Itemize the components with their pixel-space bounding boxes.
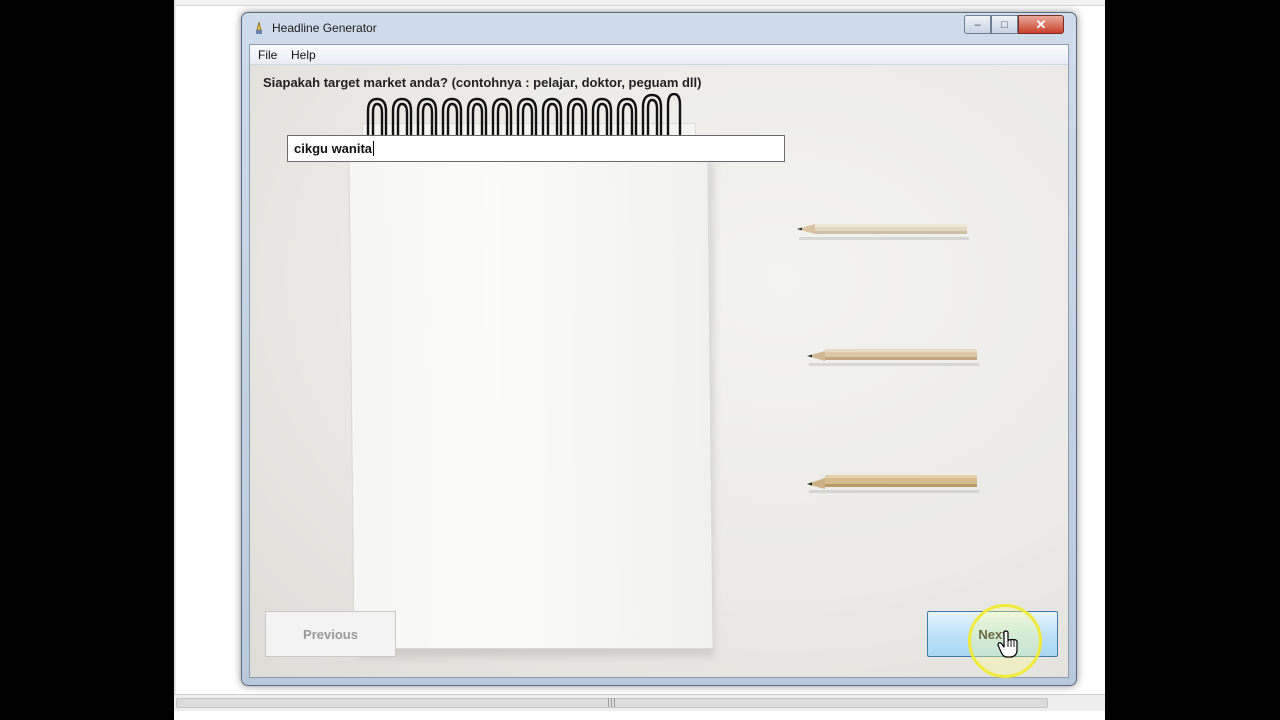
close-icon: ✕ [1035, 16, 1047, 32]
background-window-strip [174, 0, 1105, 6]
maximize-icon: □ [1001, 18, 1008, 31]
app-icon [256, 21, 262, 34]
pencil-3 [807, 475, 979, 493]
menu-bar: File Help [250, 45, 1068, 65]
hand-cursor-icon [997, 630, 1018, 658]
question-label: Siapakah target market anda? (contohnya … [263, 75, 702, 90]
target-market-value: cikgu wanita [294, 141, 373, 156]
app-window: Headline Generator – □ ✕ File Help Siapa… [241, 12, 1077, 686]
maximize-button[interactable]: □ [991, 15, 1018, 34]
scrollbar-grip-icon: ||| [607, 698, 617, 708]
window-title: Headline Generator [272, 21, 377, 35]
target-market-input[interactable]: cikgu wanita [287, 135, 785, 162]
previous-button[interactable]: Previous [265, 611, 396, 657]
notepad-spiral [366, 93, 682, 135]
close-button[interactable]: ✕ [1018, 15, 1064, 34]
pencil-2 [807, 349, 979, 366]
client-area: File Help Siapakah target market anda? (… [249, 44, 1069, 678]
minimize-icon: – [974, 18, 981, 31]
notepad [348, 157, 714, 649]
menu-help[interactable]: Help [291, 48, 316, 62]
minimize-button[interactable]: – [964, 15, 991, 34]
menu-file[interactable]: File [258, 48, 277, 62]
wizard-content: Siapakah target market anda? (contohnya … [250, 65, 1068, 677]
text-caret [373, 141, 375, 156]
desktop-screen: Headline Generator – □ ✕ File Help Siapa… [174, 0, 1105, 720]
background-window-edge [174, 0, 176, 694]
horizontal-scrollbar[interactable]: ||| [174, 694, 1105, 711]
pencil-1 [797, 224, 969, 240]
title-bar[interactable]: Headline Generator – □ ✕ [242, 13, 1076, 44]
